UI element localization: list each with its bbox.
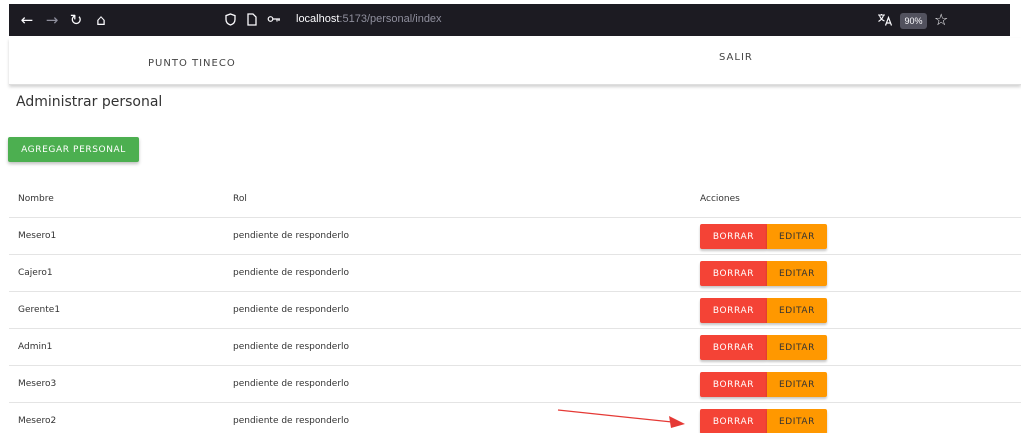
column-header-name: Nombre bbox=[18, 194, 54, 204]
edit-button[interactable]: EDITAR bbox=[767, 335, 827, 360]
table-row: Cajero1 pendiente de responderlo BORRAR … bbox=[9, 255, 1021, 292]
table-row: Mesero1 pendiente de responderlo BORRAR … bbox=[9, 218, 1021, 255]
delete-button[interactable]: BORRAR bbox=[700, 298, 767, 323]
edit-button[interactable]: EDITAR bbox=[767, 298, 827, 323]
row-actions: BORRAR EDITAR bbox=[700, 298, 827, 323]
cell-role: pendiente de responderlo bbox=[233, 305, 350, 315]
table-row: Gerente1 pendiente de responderlo BORRAR… bbox=[9, 292, 1021, 329]
cell-role: pendiente de responderlo bbox=[233, 231, 350, 241]
table-row: Mesero3 pendiente de responderlo BORRAR … bbox=[9, 366, 1021, 403]
column-header-actions: Acciones bbox=[700, 194, 740, 204]
cell-role: pendiente de responderlo bbox=[233, 342, 350, 352]
edit-button[interactable]: EDITAR bbox=[767, 224, 827, 249]
cell-role: pendiente de responderlo bbox=[233, 268, 350, 278]
add-personnel-button[interactable]: AGREGAR PERSONAL bbox=[8, 137, 139, 162]
shield-icon[interactable] bbox=[223, 11, 237, 27]
cell-name: Cajero1 bbox=[18, 268, 53, 278]
page-icon[interactable] bbox=[245, 11, 259, 27]
row-actions: BORRAR EDITAR bbox=[700, 372, 827, 397]
brand-link[interactable]: PUNTO TINECO bbox=[148, 58, 236, 69]
translate-icon[interactable] bbox=[877, 13, 893, 29]
cell-name: Mesero2 bbox=[18, 416, 57, 426]
cell-name: Mesero3 bbox=[18, 379, 57, 389]
row-actions: BORRAR EDITAR bbox=[700, 261, 827, 286]
url-bar-icons bbox=[223, 11, 281, 27]
app-navbar: PUNTO TINECO SALIR bbox=[9, 38, 1021, 85]
back-arrow-icon[interactable]: ← bbox=[17, 10, 37, 30]
row-actions: BORRAR EDITAR bbox=[700, 224, 827, 249]
delete-button[interactable]: BORRAR bbox=[700, 261, 767, 286]
edit-button[interactable]: EDITAR bbox=[767, 372, 827, 397]
page-title: Administrar personal bbox=[16, 94, 163, 110]
table-row: Mesero2 pendiente de responderlo BORRAR … bbox=[9, 403, 1021, 433]
bookmark-star-icon[interactable]: ☆ bbox=[934, 10, 948, 29]
cell-role: pendiente de responderlo bbox=[233, 379, 350, 389]
annotation-arrow-icon bbox=[557, 409, 685, 428]
forward-arrow-icon[interactable]: → bbox=[42, 10, 62, 30]
personnel-table: Nombre Rol Acciones Mesero1 pendiente de… bbox=[9, 181, 1021, 433]
cell-role: pendiente de responderlo bbox=[233, 416, 350, 426]
zoom-level-badge[interactable]: 90% bbox=[900, 13, 927, 29]
edit-button[interactable]: EDITAR bbox=[767, 261, 827, 286]
delete-button[interactable]: BORRAR bbox=[700, 409, 767, 433]
row-actions: BORRAR EDITAR bbox=[700, 409, 827, 433]
row-actions: BORRAR EDITAR bbox=[700, 335, 827, 360]
delete-button[interactable]: BORRAR bbox=[700, 372, 767, 397]
delete-button[interactable]: BORRAR bbox=[700, 224, 767, 249]
reload-icon[interactable]: ↻ bbox=[66, 10, 86, 30]
url-field[interactable]: localhost:5173/personal/index bbox=[296, 13, 442, 25]
logout-link[interactable]: SALIR bbox=[719, 52, 753, 63]
delete-button[interactable]: BORRAR bbox=[700, 335, 767, 360]
column-header-role: Rol bbox=[233, 194, 247, 204]
cell-name: Mesero1 bbox=[18, 231, 57, 241]
table-header-row: Nombre Rol Acciones bbox=[9, 181, 1021, 218]
url-host: localhost bbox=[296, 13, 340, 25]
home-icon[interactable]: ⌂ bbox=[91, 10, 111, 30]
cell-name: Gerente1 bbox=[18, 305, 61, 315]
cell-name: Admin1 bbox=[18, 342, 53, 352]
url-path: :5173/personal/index bbox=[339, 13, 442, 25]
table-row: Admin1 pendiente de responderlo BORRAR E… bbox=[9, 329, 1021, 366]
browser-toolbar: ← → ↻ ⌂ localhost:5173/personal/index 90… bbox=[9, 4, 1010, 36]
edit-button[interactable]: EDITAR bbox=[767, 409, 827, 433]
key-icon[interactable] bbox=[267, 11, 281, 27]
